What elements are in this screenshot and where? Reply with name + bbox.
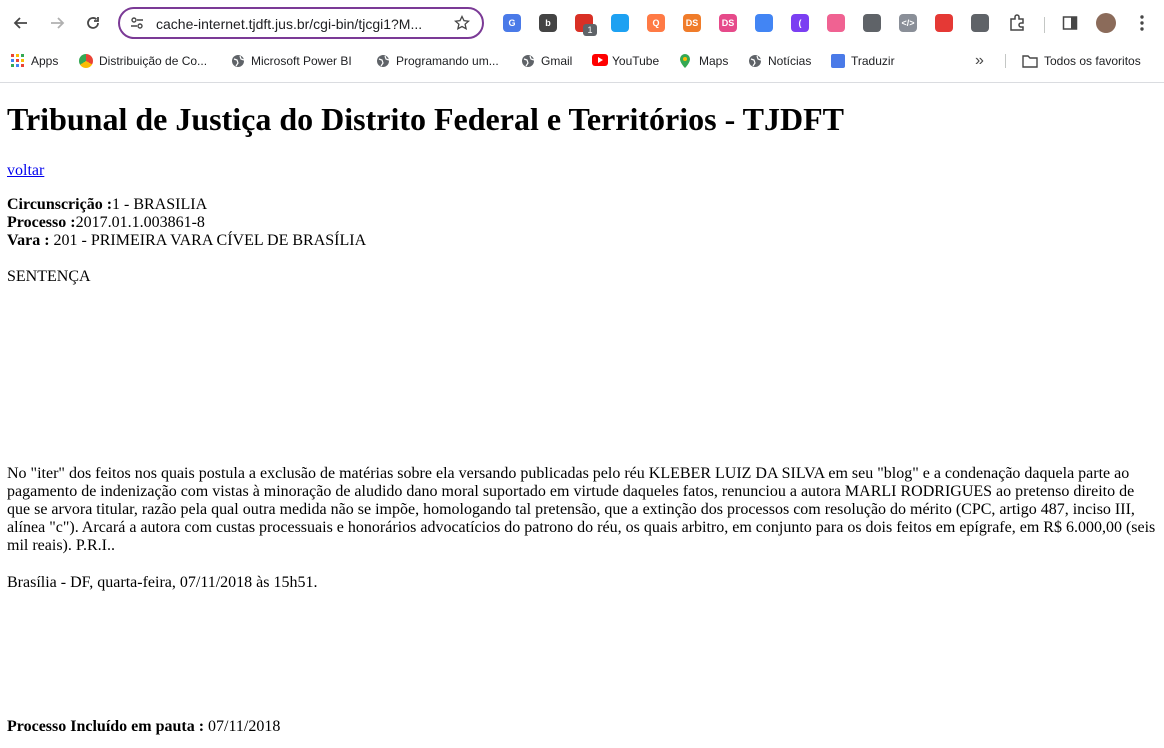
processo-label: Processo : xyxy=(7,214,76,231)
address-bar[interactable]: cache-internet.tjdft.jus.br/cgi-bin/tjcg… xyxy=(118,7,484,39)
date-line: Brasília - DF, quarta-feira, 07/11/2018 … xyxy=(7,574,318,591)
processo-value: 2017.01.1.003861-8 xyxy=(75,214,205,231)
extension-badge-count: 1 xyxy=(583,24,597,36)
globe-icon xyxy=(376,54,390,68)
processo-row: Processo :2017.01.1.003861-8 xyxy=(7,214,205,232)
tag-icon[interactable] xyxy=(755,14,773,32)
reload-icon[interactable] xyxy=(80,10,106,36)
pauta-label: Processo Incluído em pauta : xyxy=(7,718,205,735)
pauta-value: 07/11/2018 xyxy=(204,718,281,735)
pauta-row: Processo Incluído em pauta : 07/11/2018 xyxy=(7,718,280,736)
translate-icon xyxy=(831,54,845,68)
puzzle-icon[interactable] xyxy=(1008,14,1026,37)
q-icon[interactable]: Q xyxy=(647,14,665,32)
translate-icon[interactable]: G xyxy=(503,14,521,32)
vara-value: 201 - PRIMEIRA VARA CÍVEL DE BRASÍLIA xyxy=(49,232,367,249)
ds-circle-icon[interactable]: DS xyxy=(719,14,737,32)
arrow-icon[interactable] xyxy=(827,14,845,32)
apps-grid-icon xyxy=(11,54,25,68)
code-icon[interactable]: </> xyxy=(899,14,917,32)
bookmark-distribuicao[interactable]: Distribuição de Co... xyxy=(79,52,207,70)
all-bookmarks-folder[interactable]: Todos os favoritos xyxy=(1022,52,1141,70)
camera-icon[interactable] xyxy=(971,14,989,32)
circunscricao-value: 1 - BRASILIA xyxy=(112,196,208,213)
document-type: SENTENÇA xyxy=(7,268,91,285)
globe-icon xyxy=(521,54,535,68)
download-icon[interactable] xyxy=(935,14,953,32)
bookmark-traduzir[interactable]: Traduzir xyxy=(831,52,895,70)
map-pin-icon xyxy=(679,54,693,68)
folder-icon xyxy=(1022,54,1038,68)
vara-label: Vara : xyxy=(7,232,50,249)
colorful-circle-icon xyxy=(79,54,93,68)
toolbar-divider xyxy=(1044,17,1045,33)
bookmark-youtube[interactable]: YouTube xyxy=(592,52,659,70)
site-info-icon[interactable] xyxy=(130,16,144,35)
more-bookmarks-chevron-icon[interactable]: » xyxy=(975,52,984,70)
page-title: Tribunal de Justiça do Distrito Federal … xyxy=(7,101,844,137)
url-text: cache-internet.tjdft.jus.br/cgi-bin/tjcg… xyxy=(156,16,423,32)
bookmark-apps[interactable]: Apps xyxy=(11,52,58,70)
avatar[interactable] xyxy=(1096,13,1116,33)
back-arrow-icon[interactable] xyxy=(8,10,34,36)
circunscricao-label: Circunscrição : xyxy=(7,196,113,213)
back-link[interactable]: voltar xyxy=(7,162,44,179)
bookmark-noticias[interactable]: Notícias xyxy=(748,52,811,70)
globe-icon xyxy=(748,54,762,68)
forward-arrow-icon[interactable] xyxy=(44,10,70,36)
ds-icon[interactable]: DS xyxy=(683,14,701,32)
bookmark-programando[interactable]: Programando um... xyxy=(376,52,499,70)
star-icon[interactable] xyxy=(453,14,471,36)
browser-chrome: cache-internet.tjdft.jus.br/cgi-bin/tjcg… xyxy=(0,0,1164,83)
kebab-menu-icon[interactable] xyxy=(1134,14,1150,37)
bookmarks-divider xyxy=(1005,54,1006,68)
gear-mix-icon[interactable] xyxy=(863,14,881,32)
bookmark-gmail[interactable]: Gmail xyxy=(521,52,572,70)
vara-row: Vara : 201 - PRIMEIRA VARA CÍVEL DE BRAS… xyxy=(7,232,366,250)
youtube-icon xyxy=(592,54,608,68)
sentence-body: No "iter" dos feitos nos quais postula a… xyxy=(7,465,1156,554)
b-icon[interactable]: b xyxy=(539,14,557,32)
bookmark-powerbi[interactable]: Microsoft Power BI xyxy=(231,52,352,70)
bookmarks-bar: Apps Distribuição de Co... Microsoft Pow… xyxy=(0,48,1164,74)
globe-icon xyxy=(231,54,245,68)
bookmark-maps[interactable]: Maps xyxy=(679,52,728,70)
side-panel-icon[interactable] xyxy=(1062,15,1078,36)
bracket-icon[interactable]: ( xyxy=(791,14,809,32)
circunscricao-row: Circunscrição :1 - BRASILIA xyxy=(7,196,207,214)
bird-icon[interactable] xyxy=(611,14,629,32)
